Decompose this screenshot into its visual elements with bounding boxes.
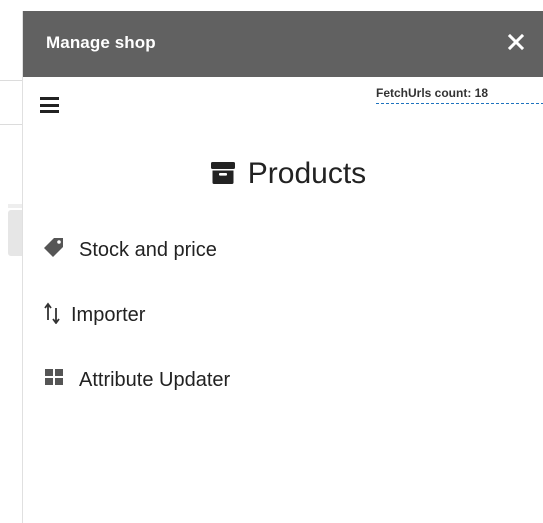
close-icon [507,33,525,51]
menu-item-label: Importer [71,303,146,326]
background-page [0,0,22,523]
page: Manage shop FetchUrls count: 18 Products… [0,0,543,523]
section-heading: Products [23,157,543,193]
hamburger-menu-icon[interactable] [40,97,59,113]
background-divider [0,80,22,81]
drawer-title: Manage shop [46,33,156,52]
archive-box-icon [210,159,236,193]
tag-icon [43,236,67,264]
fetch-urls-count-link[interactable]: FetchUrls count: 18 [376,86,543,104]
menu-item-label: Stock and price [79,238,217,261]
manage-shop-drawer: Manage shop FetchUrls count: 18 Products… [22,11,543,523]
sort-arrows-icon [43,300,63,330]
grid-icon [43,367,67,393]
close-button[interactable] [505,31,527,53]
drawer-toolbar: FetchUrls count: 18 [23,77,543,127]
background-divider [0,124,22,125]
background-tab [8,210,22,256]
section-title: Products [247,157,367,190]
menu-item-label: Attribute Updater [79,368,231,391]
menu-item-stock-and-price[interactable]: Stock and price [43,237,217,263]
menu-item-attribute-updater[interactable]: Attribute Updater [43,367,230,393]
background-top [0,0,22,11]
drawer-header: Manage shop [23,11,543,77]
background-tab-top [8,204,22,208]
menu-item-importer[interactable]: Importer [43,302,145,328]
